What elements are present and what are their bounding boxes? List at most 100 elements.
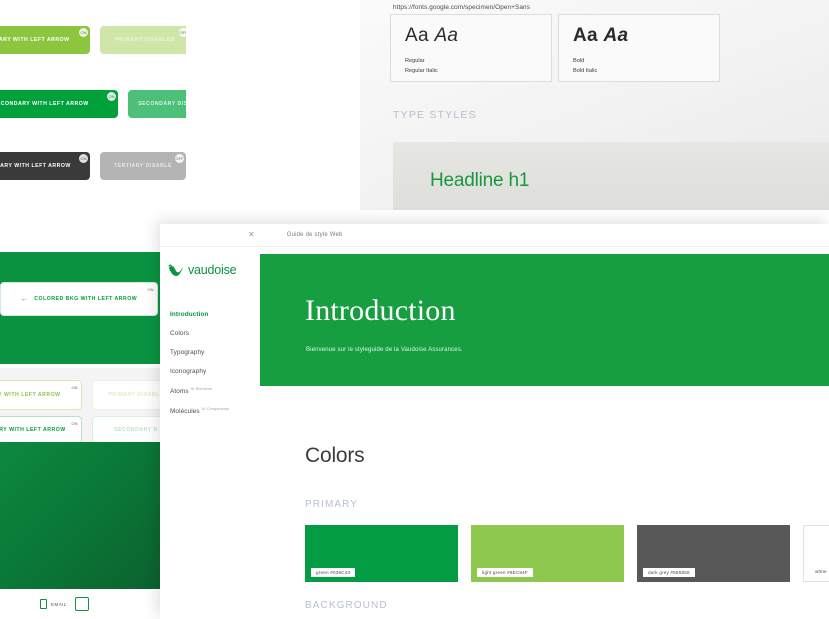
main-content: Introduction Bienvenue sur le styleguide… xyxy=(260,247,829,619)
sidebar-item-iconography[interactable]: Iconography xyxy=(160,362,260,381)
buttons-sheet-top-left: ← PRIMARY WITH LEFT ARROW ON PRIMARY DIS… xyxy=(0,0,186,222)
sample-italic: Aa xyxy=(434,25,459,46)
secondary-with-left-arrow-button[interactable]: ← SECONDARY WITH LEFT ARROW ON xyxy=(0,90,118,118)
vaudoise-checkmark-logo-icon xyxy=(168,264,184,277)
font-meta-bold: Bold Bold Italic xyxy=(573,57,719,76)
sidebar-item-label: Introduction xyxy=(170,311,209,318)
primary-with-left-arrow-button[interactable]: ← PRIMARY WITH LEFT ARROW ON xyxy=(0,26,90,54)
sidebar-item-sublabel: UI Elements xyxy=(190,387,213,391)
outline-button-row-primary: ← PRIMARY WITH LEFT ARROW ON PRIMARY DIS… xyxy=(0,380,166,410)
state-badge: OFF xyxy=(179,28,186,37)
button-label: PRIMARY DISABLED xyxy=(115,37,175,43)
chip-label: EMAIL xyxy=(51,601,67,607)
button-label: TERTIARY WITH LEFT ARROW xyxy=(0,163,71,169)
primary-swatch-row: green #039C43 light green #8EC84F dark g… xyxy=(305,525,829,582)
typography-sheet-top-right: https://fonts.google.com/specimen/Open+S… xyxy=(360,0,829,210)
green-gradient-block xyxy=(0,442,166,602)
sidebar-item-molecules[interactable]: Molécules UI Components xyxy=(160,401,260,421)
secondary-disable-button: SECONDARY DISABLE OFF xyxy=(128,90,186,118)
colored-bkg-with-left-arrow-button[interactable]: ← COLORED BKG WITH LEFT ARROW ON xyxy=(0,282,158,316)
sidebar: vaudoise Introduction Colors Typography … xyxy=(160,247,260,619)
font-sample-regular: Aa Aa xyxy=(405,25,551,47)
state-badge: ON xyxy=(79,154,88,163)
weight-label: Bold xyxy=(573,58,585,64)
brand-logo[interactable]: vaudoise xyxy=(168,263,260,277)
outline-secondary-with-left-arrow-button[interactable]: ← SECONDARY WITH LEFT ARROW ON xyxy=(0,416,82,444)
font-card-regular: Aa Aa Regular Regular Italic xyxy=(390,14,552,82)
headline-h1-sample: Headline h1 xyxy=(430,170,530,191)
state-badge: ON xyxy=(146,285,155,294)
font-sample-bold: Aa Aa xyxy=(573,25,719,47)
font-source-url: https://fonts.google.com/specimen/Open+S… xyxy=(393,4,530,11)
button-label: PRIMARY WITH LEFT ARROW xyxy=(0,37,70,43)
tertiary-disable-button: TERTIARY DISABLE OFF xyxy=(100,152,186,180)
color-swatch-light-green[interactable]: light green #8EC84F xyxy=(471,525,624,582)
state-badge: ON xyxy=(70,383,79,392)
sample-upright: Aa xyxy=(573,25,598,46)
background-section-label: BACKGROUND xyxy=(305,600,388,611)
sidebar-item-colors[interactable]: Colors xyxy=(160,324,260,343)
button-label: TERTIARY DISABLE xyxy=(114,163,172,169)
window-topbar: ✕ Guide de style Web xyxy=(160,224,829,247)
swatch-tag: green #039C43 xyxy=(311,568,356,577)
button-label: SECONDARY WITH LEFT ARROW xyxy=(0,427,66,433)
email-chip[interactable]: EMAIL xyxy=(40,599,67,609)
sidebar-item-introduction[interactable]: Introduction xyxy=(160,305,260,324)
tertiary-with-left-arrow-button[interactable]: ← TERTIARY WITH LEFT ARROW ON xyxy=(0,152,90,180)
bottom-chip-bar: EMAIL xyxy=(0,589,166,619)
sidebar-item-atoms[interactable]: Atoms UI Elements xyxy=(160,381,260,401)
button-row-tertiary: ← TERTIARY WITH LEFT ARROW ON TERTIARY D… xyxy=(0,152,186,180)
primary-section-label: PRIMARY xyxy=(305,499,359,510)
sidebar-nav: Introduction Colors Typography Iconograp… xyxy=(160,305,260,421)
button-label: PRIMARY WITH LEFT ARROW xyxy=(0,392,61,398)
sidebar-item-typography[interactable]: Typography xyxy=(160,343,260,362)
outline-button-row-secondary: ← SECONDARY WITH LEFT ARROW ON SECONDARY… xyxy=(0,416,166,444)
sidebar-item-label: Typography xyxy=(170,349,205,356)
state-badge: ON xyxy=(70,419,79,428)
color-swatch-green[interactable]: green #039C43 xyxy=(305,525,458,582)
sample-upright: Aa xyxy=(405,25,429,46)
hero-subtitle: Bienvenue sur le styleguide de la Vaudoi… xyxy=(306,347,463,353)
sidebar-item-label: Iconography xyxy=(170,368,207,375)
page-title: Introduction xyxy=(305,294,456,327)
color-swatch-white[interactable]: white xyxy=(803,525,829,582)
button-label: SECONDARY WITH LEFT ARROW xyxy=(0,101,89,107)
sidebar-item-label: Molécules xyxy=(170,408,200,416)
outline-primary-disable-button: PRIMARY DISABLE OFF xyxy=(92,380,166,410)
button-row-secondary: ← SECONDARY WITH LEFT ARROW ON SECONDARY… xyxy=(0,90,186,118)
sidebar-item-sublabel: UI Components xyxy=(201,407,230,412)
button-label: SECONDARY D xyxy=(114,427,158,433)
sample-italic: Aa xyxy=(603,25,629,46)
font-card-bold: Aa Aa Bold Bold Italic xyxy=(558,14,720,82)
button-row-primary: ← PRIMARY WITH LEFT ARROW ON PRIMARY DIS… xyxy=(0,26,186,54)
type-styles-section-label: TYPE STYLES xyxy=(393,109,477,121)
sidebar-item-label: Colors xyxy=(170,330,190,337)
swatch-tag: dark grey #585858 xyxy=(643,568,695,577)
outline-primary-with-left-arrow-button[interactable]: ← PRIMARY WITH LEFT ARROW ON xyxy=(0,380,82,410)
color-swatch-dark-grey[interactable]: dark grey #585858 xyxy=(637,525,790,582)
button-label: PRIMARY DISABLE xyxy=(108,392,164,398)
left-arrow-icon: ← xyxy=(20,295,29,303)
swatch-tag: white xyxy=(810,567,829,576)
icon-tile[interactable] xyxy=(74,597,89,611)
phone-icon xyxy=(40,599,47,609)
swatch-tag: light green #8EC84F xyxy=(477,568,533,577)
button-label: COLORED BKG WITH LEFT ARROW xyxy=(34,296,138,302)
logo-text: vaudoise xyxy=(188,263,237,277)
font-meta-regular: Regular Regular Italic xyxy=(405,57,551,76)
state-badge: ON xyxy=(107,92,116,101)
document-title: Guide de style Web xyxy=(286,232,343,238)
styleguide-window: ✕ Guide de style Web vaudoise Introducti… xyxy=(160,224,829,619)
colored-background-sheet: ROW ON ← COLORED BKG WITH LEFT ARROW ON xyxy=(0,252,166,364)
close-icon[interactable]: ✕ xyxy=(248,231,255,239)
outline-buttons-sheet: ← PRIMARY WITH LEFT ARROW ON PRIMARY DIS… xyxy=(0,368,166,619)
outline-secondary-disable-button: SECONDARY D OFF xyxy=(92,416,166,444)
weight-label: Regular xyxy=(405,58,425,64)
sidebar-item-label: Atoms xyxy=(170,388,189,396)
italic-label: Regular Italic xyxy=(405,67,438,74)
state-badge: OFF xyxy=(175,154,184,163)
primary-disabled-button: PRIMARY DISABLED OFF xyxy=(100,26,186,54)
screenshot-stage: ← PRIMARY WITH LEFT ARROW ON PRIMARY DIS… xyxy=(0,0,829,619)
colors-section-title: Colors xyxy=(305,444,365,467)
italic-label: Bold Italic xyxy=(573,67,598,74)
